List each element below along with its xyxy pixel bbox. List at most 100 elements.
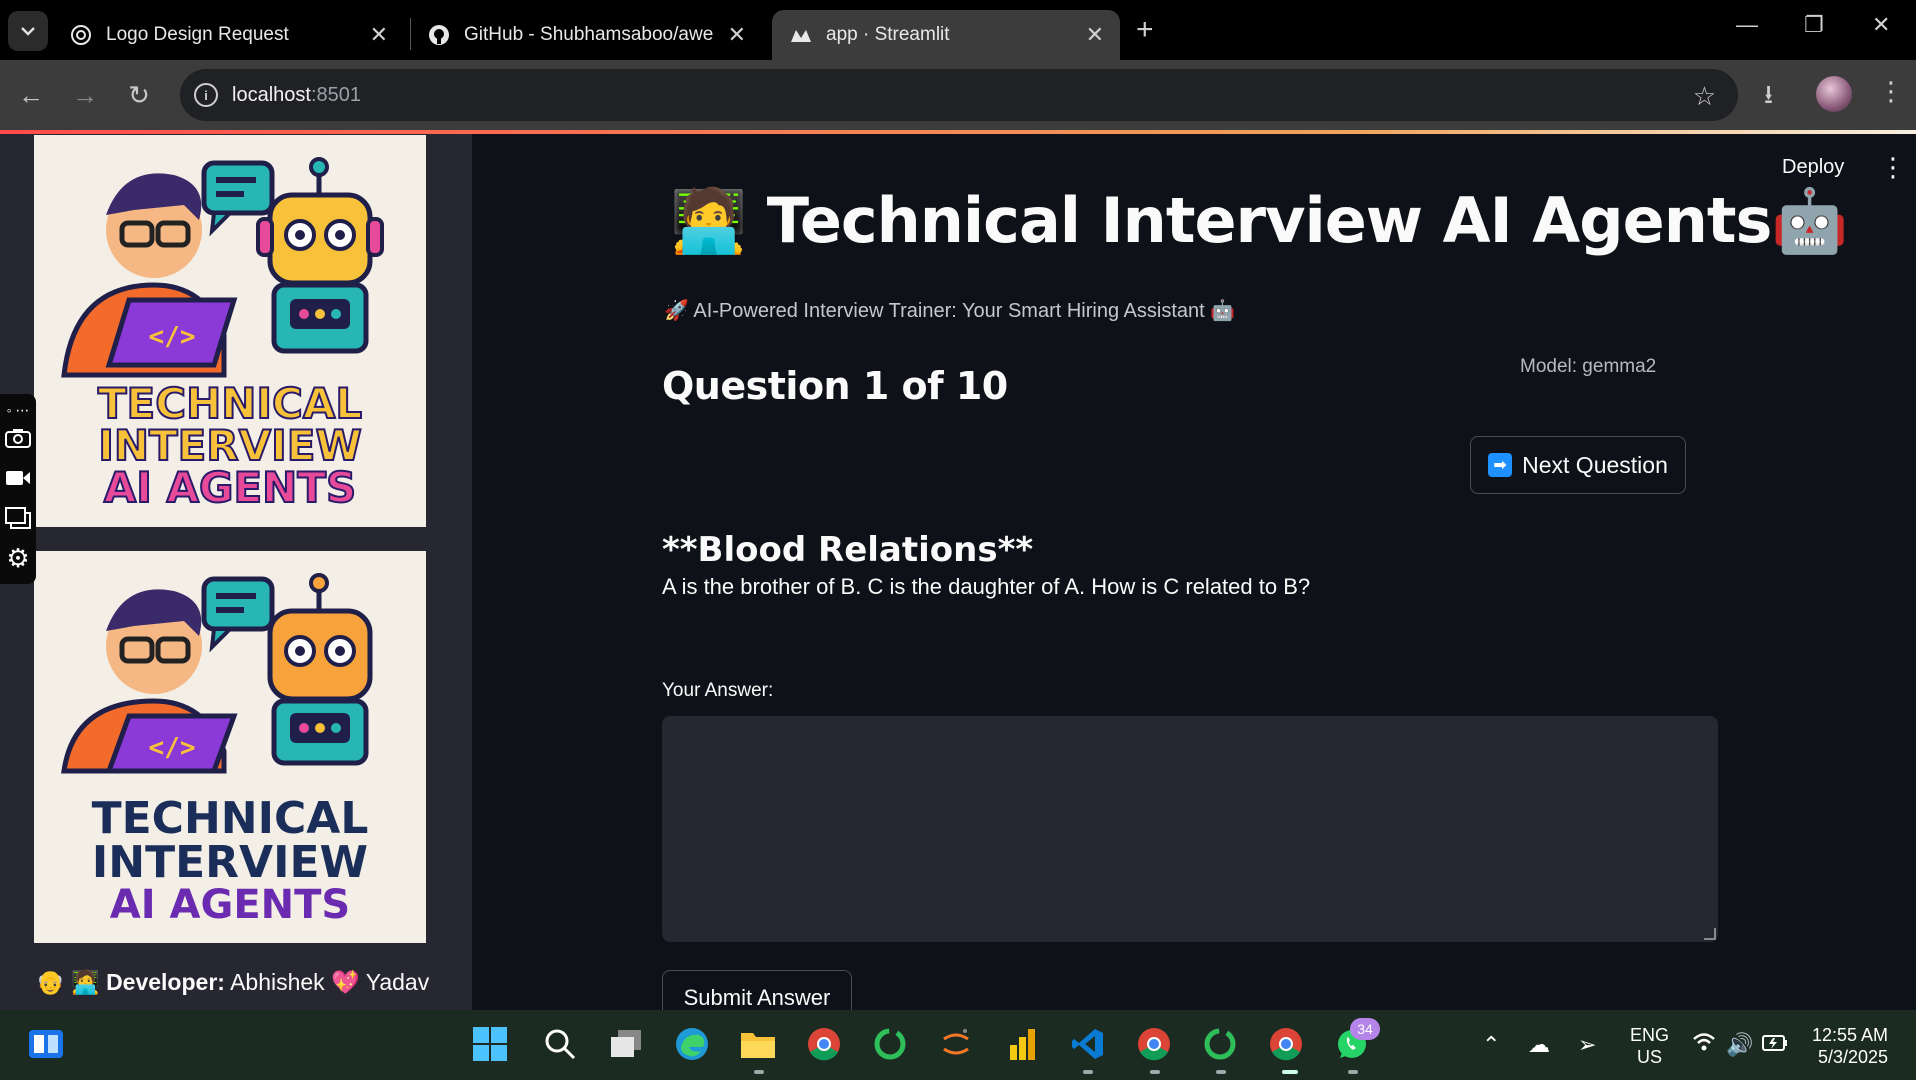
chevron-down-icon [21,27,35,36]
model-label: Model: gemma2 [1520,356,1657,377]
robot-emoji-icon: 🤖 [1210,300,1236,322]
rocket-emoji-icon: 🚀 [664,300,689,322]
power-bi-icon[interactable] [1002,1024,1042,1064]
tab-logo-design[interactable]: Logo Design Request ✕ [52,10,404,60]
task-view-icon[interactable] [606,1024,646,1064]
logo-image-navy: </> TECHNICAL INTERVIEW AI AGENTS [34,551,426,943]
developer-label: Developer: [106,969,225,995]
input-language[interactable]: ENG US [1630,1024,1669,1068]
running-indicator [1150,1070,1160,1074]
chrome-active-icon[interactable] [1266,1024,1306,1064]
chrome-profile-icon[interactable] [1134,1024,1174,1064]
github-icon [428,24,450,46]
page-title: 🧑‍💻 Technical Interview AI Agents🤖 [670,184,1849,258]
logo-image-colorful: </> TECHNICAL INTERVIEW AI AGENTS [34,135,426,527]
running-indicator [1216,1070,1226,1074]
clock-date: 5/3/2025 [1817,1047,1889,1067]
logo-text-line3: AI AGENTS [103,463,357,512]
answer-textarea[interactable] [662,716,1718,942]
wifi-icon[interactable] [1692,1032,1716,1058]
logo-text-line2: INTERVIEW [91,837,369,888]
jupyter-icon[interactable] [936,1024,976,1064]
site-info-icon[interactable]: i [194,83,218,107]
browser-tab-strip: Logo Design Request ✕ GitHub - Shubhamsa… [0,0,1916,60]
svg-text:</>: </> [149,322,196,352]
close-window-icon[interactable]: ✕ [1872,12,1890,38]
next-question-label: Next Question [1522,451,1668,478]
loop-app-icon[interactable] [870,1024,910,1064]
close-tab-icon[interactable]: ✕ [1086,22,1104,48]
main-content: Deploy ⋮ 🧑‍💻 Technical Interview AI Agen… [472,134,1916,1010]
subtitle-text: AI-Powered Interview Trainer: Your Smart… [693,300,1205,322]
running-indicator [1083,1070,1093,1074]
address-bar[interactable]: i localhost:8501 ☆ [180,69,1738,121]
start-icon[interactable] [470,1024,510,1064]
address-host: localhost [232,83,311,106]
close-tab-icon[interactable]: ✕ [728,22,746,48]
forward-icon[interactable]: → [68,78,102,112]
running-indicator [754,1070,764,1074]
whatsapp-unread-badge: 34 [1350,1018,1380,1040]
reload-icon[interactable]: ↻ [122,78,156,112]
loop-app-icon-2[interactable] [1200,1024,1240,1064]
tab-title: GitHub - Shubhamsaboo/awesome [464,24,714,45]
logo-text-line2: INTERVIEW [97,421,363,470]
question-topic: **Blood Relations** [662,530,1034,570]
running-indicator [1348,1070,1358,1074]
search-icon[interactable] [540,1024,580,1064]
windows-taskbar: 34 ⌃ ☁ ➢ ENG US 🔊 12:55 AM 5/3/2025 [0,1010,1916,1080]
answer-label: Your Answer: [662,680,774,701]
tab-title: Logo Design Request [106,24,289,45]
browser-toolbar: ← → ↻ i localhost:8501 ☆ ⭳ ⋮ [0,60,1916,130]
kebab-menu-icon[interactable]: ⋮ [1880,152,1906,183]
tab-search-button[interactable] [8,11,48,51]
onedrive-cloud-icon[interactable]: ☁ [1528,1032,1550,1058]
openai-icon [70,24,92,46]
question-text: A is the brother of B. C is the daughter… [662,574,1311,599]
developer-last-name: Yadav [365,969,430,995]
system-clock[interactable]: 12:55 AM 5/3/2025 [1812,1024,1888,1068]
location-arrow-icon[interactable]: ➢ [1578,1032,1596,1058]
dock-more-icon[interactable]: ◦ ⋯ [4,396,32,424]
windows-icon[interactable] [4,504,32,532]
show-hidden-icons-chevron-icon[interactable]: ⌃ [1482,1032,1500,1058]
new-tab-button[interactable]: + [1136,13,1154,47]
video-icon[interactable] [4,464,32,492]
battery-icon[interactable] [1762,1032,1788,1058]
tab-streamlit-app[interactable]: app · Streamlit ✕ [772,10,1120,60]
heart-icon: 💖 [331,969,360,995]
edge-icon[interactable] [672,1024,712,1064]
technologist-emoji-icon: 🧑‍💻 [670,184,747,257]
chrome-icon[interactable] [804,1024,844,1064]
close-tab-icon[interactable]: ✕ [370,22,388,48]
sidebar: </> TECHNICAL INTERVIEW AI AGENTS </> TE… [0,134,472,1010]
logo-text-line1: TECHNICAL [97,379,363,428]
developer-first-name: Abhishek [230,969,325,995]
settings-gear-icon[interactable]: ⚙ [4,543,32,573]
back-icon[interactable]: ← [14,78,48,112]
next-question-button[interactable]: ➡ Next Question [1470,436,1686,494]
restore-icon[interactable]: ❐ [1804,12,1824,38]
tab-title: app · Streamlit [826,24,950,45]
minimize-icon[interactable]: — [1736,12,1758,38]
question-counter-heading: Question 1 of 10 [662,364,1008,408]
bookmark-star-icon[interactable]: ☆ [1693,81,1716,112]
vscode-icon[interactable] [1068,1024,1108,1064]
tab-github[interactable]: GitHub - Shubhamsaboo/awesome ✕ [410,10,762,60]
profile-avatar[interactable] [1816,76,1852,112]
browser-menu-icon[interactable]: ⋮ [1878,76,1904,107]
developer-credit: 👴 🧑‍💻 Developer: Abhishek 💖 Yadav [36,969,429,996]
screen-recorder-dock: ◦ ⋯ ⚙ [0,394,36,584]
widgets-icon[interactable] [26,1024,66,1064]
resize-grip-icon[interactable] [1704,928,1716,940]
logo-text-line1: TECHNICAL [91,793,369,844]
deploy-button[interactable]: Deploy [1782,156,1844,179]
svg-text:</>: </> [149,733,196,763]
submit-answer-button[interactable]: Submit Answer [662,970,852,1010]
camera-icon[interactable] [4,424,32,452]
file-explorer-icon[interactable] [738,1024,778,1064]
volume-icon[interactable]: 🔊 [1726,1032,1753,1058]
active-indicator [1282,1070,1298,1074]
download-icon[interactable]: ⭳ [1764,76,1773,120]
language-code: ENG [1630,1025,1670,1045]
